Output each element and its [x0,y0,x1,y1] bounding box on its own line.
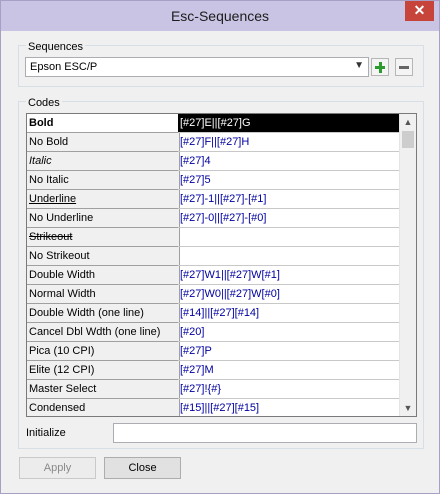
code-name-text: No Strikeout [29,250,90,262]
code-name-cell[interactable]: Strikeout [27,228,180,247]
code-value-cell[interactable]: [#27]4 [178,152,402,171]
table-row[interactable]: No Bold [#27]F||[#27]H [27,133,402,152]
code-name-cell[interactable]: Normal Width [27,285,180,304]
close-icon: ✕ [413,2,426,18]
code-name-text: Italic [29,155,52,167]
code-name-text: Elite (12 CPI) [29,364,95,376]
table-row[interactable]: Strikeout [27,228,402,247]
code-name-cell[interactable]: Bold [27,114,180,133]
table-row[interactable]: Bold [#27]E||[#27]G [27,114,402,133]
table-row[interactable]: No Underline [#27]-0||[#27]-[#0] [27,209,402,228]
code-name-text: Double Width (one line) [29,307,144,319]
code-name-text: No Bold [29,136,69,148]
code-name-text: Double Width [29,269,96,281]
code-name-text: Pica (10 CPI) [29,345,95,357]
scroll-thumb[interactable] [402,131,414,148]
code-value-cell[interactable]: [#27]-1||[#27]-[#1] [178,190,402,209]
code-name-text: No Italic [29,174,69,186]
remove-sequence-button[interactable] [395,58,413,76]
code-value-cell[interactable] [178,247,402,266]
sequences-dropdown[interactable]: Epson ESC/P ▼ [25,57,369,77]
table-row[interactable]: Pica (10 CPI) [#27]P [27,342,402,361]
chevron-down-icon: ▼ [354,60,364,71]
code-name-cell[interactable]: No Underline [27,209,180,228]
table-row[interactable]: Double Width [#27]W1||[#27]W[#1] [27,266,402,285]
code-name-cell[interactable]: Double Width [27,266,180,285]
code-name-cell[interactable]: Italic [27,152,180,171]
sequences-label: Sequences [26,41,86,53]
code-value-cell[interactable]: [#27]5 [178,171,402,190]
code-name-cell[interactable]: No Strikeout [27,247,180,266]
initialize-label: Initialize [26,427,66,439]
title-bar: Esc-Sequences ✕ [1,1,439,31]
initialize-input[interactable] [113,423,417,443]
codes-grid[interactable]: Bold [#27]E||[#27]G No Bold [#27]F||[#27]H I… [26,113,417,417]
dialog-window: Esc-Sequences ✕ Sequences Epson ESC/P ▼ … [0,0,440,494]
code-value-cell[interactable] [178,228,402,247]
table-row[interactable]: Double Width (one line) [#14]||[#27][#14] [27,304,402,323]
table-row[interactable]: No Strikeout [27,247,402,266]
scroll-up-icon[interactable]: ▲ [400,114,416,130]
code-name-cell[interactable]: Master Select [27,380,180,399]
code-name-cell[interactable]: Underline [27,190,180,209]
code-value-cell[interactable]: [#27]F||[#27]H [178,133,402,152]
code-name-cell[interactable]: Condensed [27,399,180,416]
code-name-cell[interactable]: No Bold [27,133,180,152]
code-name-cell[interactable]: Double Width (one line) [27,304,180,323]
code-name-cell[interactable]: Cancel Dbl Wdth (one line) [27,323,180,342]
table-row[interactable]: Underline [#27]-1||[#27]-[#1] [27,190,402,209]
code-value-cell[interactable]: [#27]E||[#27]G [178,114,402,133]
sequences-selected-value: Epson ESC/P [30,61,98,73]
table-row[interactable]: Condensed [#15]||[#27][#15] [27,399,402,416]
close-button[interactable]: Close [104,457,181,479]
code-value-cell[interactable]: [#27]W0||[#27]W[#0] [178,285,402,304]
table-row[interactable]: Normal Width [#27]W0||[#27]W[#0] [27,285,402,304]
code-value-cell[interactable]: [#27]P [178,342,402,361]
close-window-button[interactable]: ✕ [405,1,434,21]
table-row[interactable]: Cancel Dbl Wdth (one line) [#20] [27,323,402,342]
table-row[interactable]: Master Select [#27]!{#} [27,380,402,399]
table-row[interactable]: Elite (12 CPI) [#27]M [27,361,402,380]
codes-label: Codes [26,97,62,109]
code-name-text: Cancel Dbl Wdth (one line) [29,326,161,338]
add-sequence-button[interactable] [371,58,389,76]
window-title: Esc-Sequences [170,8,270,24]
code-name-text: Underline [29,193,77,205]
apply-button[interactable]: Apply [19,457,96,479]
code-value-cell[interactable]: [#27]-0||[#27]-[#0] [178,209,402,228]
code-name-text: No Underline [29,212,94,224]
code-name-text: Condensed [29,402,86,414]
code-value-cell[interactable]: [#27]!{#} [178,380,402,399]
code-name-text: Strikeout [29,231,73,243]
code-name-text: Normal Width [29,288,96,300]
code-name-cell[interactable]: No Italic [27,171,180,190]
code-name-cell[interactable]: Pica (10 CPI) [27,342,180,361]
code-name-text: Master Select [29,383,97,395]
scroll-down-icon[interactable]: ▼ [400,400,416,416]
code-value-cell[interactable]: [#20] [178,323,402,342]
code-name-text: Bold [29,117,54,129]
code-value-cell[interactable]: [#14]||[#27][#14] [178,304,402,323]
code-name-cell[interactable]: Elite (12 CPI) [27,361,180,380]
table-row[interactable]: Italic [#27]4 [27,152,402,171]
code-value-cell[interactable]: [#27]W1||[#27]W[#1] [178,266,402,285]
code-value-cell[interactable]: [#15]||[#27][#15] [178,399,402,416]
vertical-scrollbar[interactable]: ▲ ▼ [399,114,416,416]
table-row[interactable]: No Italic [#27]5 [27,171,402,190]
code-value-cell[interactable]: [#27]M [178,361,402,380]
